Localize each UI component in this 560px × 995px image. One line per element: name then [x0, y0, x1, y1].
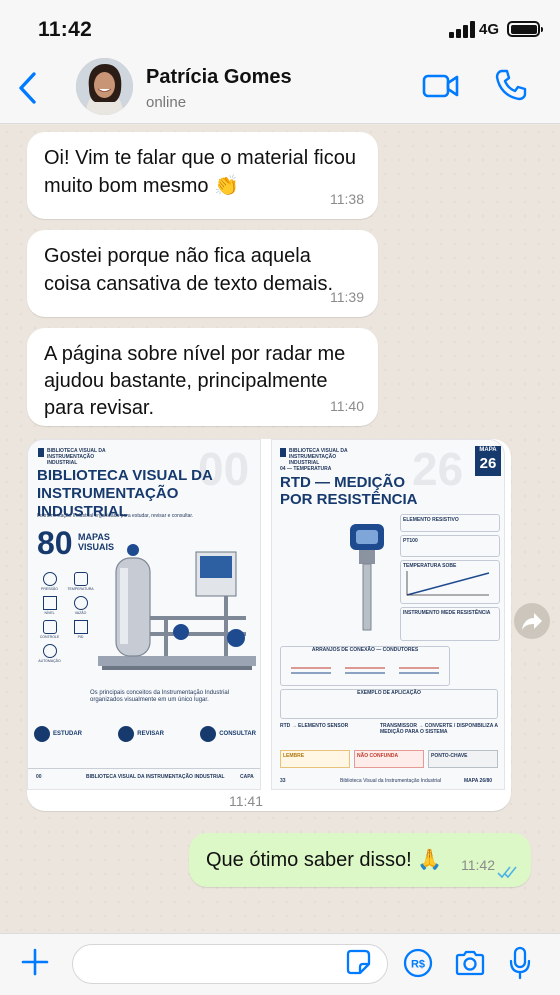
- poster-footer-right: CAPA: [240, 774, 254, 780]
- poster-tagline: Os principais conceitos da Instrumentaçã…: [90, 690, 230, 703]
- chain-item: TRANSMISSOR → CONVERTE / DISPONIBILIZA A…: [380, 723, 498, 735]
- book-icon: [38, 448, 44, 457]
- rtd-sensor-illustration: [350, 524, 384, 631]
- message-time: 11:42: [461, 857, 495, 873]
- category-item: TEMPERATURA: [67, 572, 94, 592]
- camera-icon[interactable]: [454, 949, 486, 977]
- poster-rtd-image[interactable]: BIBLIOTECA VISUAL DA INSTRUMENTAÇÃO INDU…: [271, 439, 505, 790]
- signal-icon: [449, 20, 475, 38]
- message-text: A página sobre nível por radar me ajudou…: [44, 343, 346, 419]
- poster-cover-image[interactable]: BIBLIOTECA VISUAL DA INSTRUMENTAÇÃO INDU…: [27, 439, 261, 790]
- category-item: VAZÃO: [67, 596, 94, 616]
- notes-row: LEMBRE NÃO CONFUNDA PONTO-CHAVE: [280, 750, 498, 768]
- poster-section: 04 — TEMPERATURA: [280, 466, 332, 472]
- poster-subtitle: Instrumentação Industrial organizada par…: [37, 513, 194, 519]
- category-item: PID: [67, 620, 94, 640]
- note-box: NÃO CONFUNDA: [354, 750, 424, 768]
- poster-action: CONSULTAR: [200, 717, 256, 751]
- poster-series: BIBLIOTECA VISUAL DA INSTRUMENTAÇÃO INDU…: [47, 448, 106, 466]
- forward-icon: [522, 613, 542, 630]
- status-bar: 11:42 4G: [0, 0, 560, 56]
- image-message[interactable]: BIBLIOTECA VISUAL DA INSTRUMENTAÇÃO INDU…: [27, 439, 511, 811]
- poster-footer-right: MAPA 26/80: [464, 778, 493, 784]
- message-time: 11:40: [330, 398, 364, 414]
- poster-footer-left: 33: [280, 778, 286, 784]
- category-item: AUTOMAÇÃO: [36, 644, 63, 664]
- back-arrow-icon[interactable]: [14, 70, 44, 106]
- fact-box: PT100: [400, 535, 500, 557]
- poster-action: ESTUDAR: [34, 717, 82, 751]
- map-badge: MAPA 26: [475, 446, 501, 476]
- message-bubble[interactable]: Oi! Vim te falar que o material ficou mu…: [27, 132, 378, 219]
- contact-avatar[interactable]: [76, 58, 133, 115]
- sticker-icon[interactable]: [344, 948, 372, 976]
- composer-bar: R$: [0, 933, 560, 995]
- message-time: 11:38: [330, 191, 364, 207]
- svg-text:R$: R$: [411, 959, 425, 971]
- signal-chain: RTD → ELEMENTO SENSOR TRANSMISSOR → CONV…: [280, 723, 498, 735]
- chat-header: Patrícia Gomes online: [0, 56, 560, 124]
- poster-action: REVISAR: [118, 717, 164, 751]
- message-input[interactable]: [72, 944, 388, 984]
- outgoing-message-bubble[interactable]: Que ótimo saber disso! 🙏 11:42: [189, 833, 531, 887]
- poster-count: 80: [37, 525, 73, 561]
- category-item: CONTROLE: [36, 620, 63, 640]
- message-time: 11:39: [330, 289, 364, 305]
- rtd-facts: ELEMENTO RESISTIVO PT100 TEMPERATURA SOB…: [400, 514, 500, 641]
- poster-footer-mid: BIBLIOTECA VISUAL DA INSTRUMENTAÇÃO INDU…: [86, 774, 225, 780]
- note-box: LEMBRE: [280, 750, 350, 768]
- message-bubble[interactable]: Gostei porque não fica aquela coisa cans…: [27, 230, 378, 317]
- microphone-icon[interactable]: [509, 946, 531, 980]
- fact-box: INSTRUMENTO MEDE RESISTÊNCIA: [400, 607, 500, 641]
- note-box: PONTO-CHAVE: [428, 750, 498, 768]
- contact-name[interactable]: Patrícia Gomes: [146, 66, 292, 89]
- network-label: 4G: [479, 21, 500, 38]
- fact-box: ELEMENTO RESISTIVO: [400, 514, 500, 532]
- video-call-icon[interactable]: [422, 72, 460, 100]
- category-item: NÍVEL: [36, 596, 63, 616]
- connections-panel: ARRANJOS DE CONEXÃO — CONDUTORES: [280, 646, 450, 686]
- message-text: Gostei porque não fica aquela coisa cans…: [44, 245, 334, 295]
- contact-presence: online: [146, 94, 187, 111]
- poster-category-grid: PRESSÃO TEMPERATURA NÍVEL VAZÃO CONTROLE…: [36, 572, 94, 664]
- fact-box: TEMPERATURA SOBE: [400, 560, 500, 604]
- battery-icon: [507, 21, 543, 37]
- application-example: EXEMPLO DE APLICAÇÃO: [280, 689, 498, 719]
- poster-footer-left: 00: [36, 774, 42, 780]
- process-skid-illustration: [98, 544, 256, 670]
- message-bubble[interactable]: A página sobre nível por radar me ajudou…: [27, 328, 378, 426]
- message-text: Oi! Vim te falar que o material ficou mu…: [44, 147, 356, 197]
- message-time: 11:41: [229, 793, 263, 809]
- read-receipt-icon: [497, 866, 517, 879]
- book-icon: [280, 448, 286, 457]
- poster-footer-mid: Biblioteca Visual da Instrumentação Indu…: [340, 778, 442, 784]
- chain-item: RTD → ELEMENTO SENSOR: [280, 723, 349, 729]
- category-item: PRESSÃO: [36, 572, 63, 592]
- payment-icon[interactable]: R$: [403, 948, 433, 978]
- poster-title: RTD — MEDIÇÃO POR RESISTÊNCIA: [280, 474, 418, 508]
- status-time: 11:42: [38, 18, 93, 41]
- poster-series: BIBLIOTECA VISUAL DA INSTRUMENTAÇÃO INDU…: [289, 448, 348, 466]
- plus-icon[interactable]: [20, 947, 50, 977]
- voice-call-icon[interactable]: [494, 68, 528, 102]
- forward-button[interactable]: [514, 603, 550, 639]
- poster-actions: ESTUDAR REVISAR CONSULTAR: [34, 717, 256, 751]
